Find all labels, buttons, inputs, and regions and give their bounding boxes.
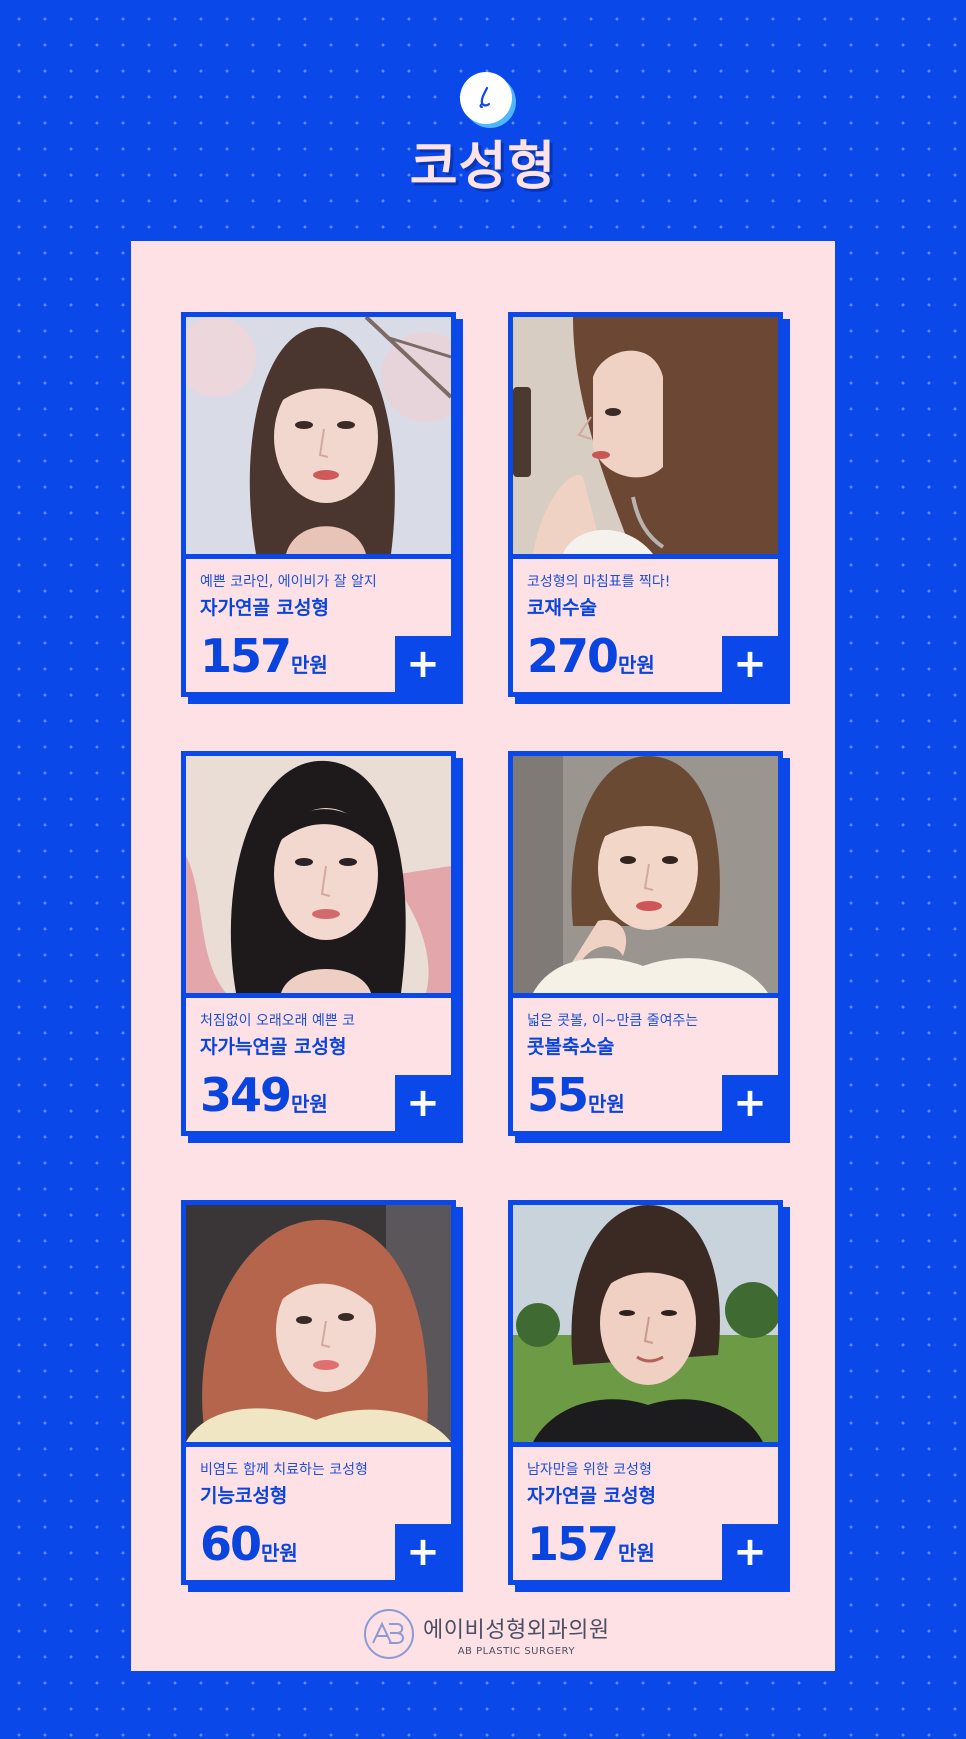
clinic-name-en: AB PLASTIC SURGERY bbox=[457, 1645, 575, 1657]
add-button[interactable]: + bbox=[395, 1524, 451, 1580]
product-photo bbox=[513, 1205, 778, 1442]
product-name: 자가연골 코성형 bbox=[527, 1485, 656, 1507]
product-card[interactable]: 처짐없이 오래오래 예쁜 코 자가늑연골 코성형 349만원 + bbox=[181, 751, 463, 1143]
add-button[interactable]: + bbox=[395, 1075, 451, 1131]
product-subtitle: 처짐없이 오래오래 예쁜 코 bbox=[200, 1013, 356, 1029]
product-photo bbox=[513, 756, 778, 993]
add-button[interactable]: + bbox=[722, 1524, 778, 1580]
product-name: 코재수술 bbox=[527, 597, 597, 619]
page-title: 코성형 bbox=[409, 137, 557, 197]
product-subtitle: 넓은 콧볼, 이~만큼 줄여주는 bbox=[527, 1013, 699, 1029]
product-price: 157만원 bbox=[527, 1517, 655, 1571]
product-name: 기능코성형 bbox=[200, 1485, 288, 1507]
product-subtitle: 예쁜 코라인, 에이비가 잘 알지 bbox=[200, 574, 377, 590]
product-subtitle: 남자만을 위한 코성형 bbox=[527, 1462, 652, 1478]
product-photo bbox=[513, 317, 778, 554]
product-card[interactable]: 코성형의 마침표를 찍다! 코재수술 270만원 + bbox=[508, 312, 790, 704]
product-card[interactable]: 남자만을 위한 코성형 자가연골 코성형 157만원 + bbox=[508, 1200, 790, 1592]
ab-logo-icon bbox=[363, 1608, 415, 1660]
clinic-logo[interactable]: 에이비성형외과의원 AB PLASTIC SURGERY bbox=[363, 1608, 610, 1660]
product-price: 157만원 bbox=[200, 629, 328, 683]
product-price: 55만원 bbox=[527, 1068, 625, 1122]
product-name: 콧볼축소술 bbox=[527, 1036, 615, 1058]
page-header: 코성형 bbox=[0, 0, 966, 240]
product-photo bbox=[186, 756, 451, 993]
clinic-name: 에이비성형외과의원 bbox=[423, 1617, 610, 1643]
product-name: 자가늑연골 코성형 bbox=[200, 1036, 347, 1058]
product-price: 349만원 bbox=[200, 1068, 328, 1122]
product-price: 60만원 bbox=[200, 1517, 298, 1571]
add-button[interactable]: + bbox=[722, 636, 778, 692]
product-price: 270만원 bbox=[527, 629, 655, 683]
product-name: 자가연골 코성형 bbox=[200, 597, 329, 619]
add-button[interactable]: + bbox=[395, 636, 451, 692]
product-subtitle: 비염도 함께 치료하는 코성형 bbox=[200, 1462, 368, 1478]
product-photo bbox=[186, 317, 451, 554]
product-photo bbox=[186, 1205, 451, 1442]
nose-icon bbox=[460, 72, 512, 124]
product-card[interactable]: 넓은 콧볼, 이~만큼 줄여주는 콧볼축소술 55만원 + bbox=[508, 751, 790, 1143]
product-card[interactable]: 비염도 함께 치료하는 코성형 기능코성형 60만원 + bbox=[181, 1200, 463, 1592]
product-subtitle: 코성형의 마침표를 찍다! bbox=[527, 574, 671, 590]
product-card[interactable]: 예쁜 코라인, 에이비가 잘 알지 자가연골 코성형 157만원 + bbox=[181, 312, 463, 704]
add-button[interactable]: + bbox=[722, 1075, 778, 1131]
